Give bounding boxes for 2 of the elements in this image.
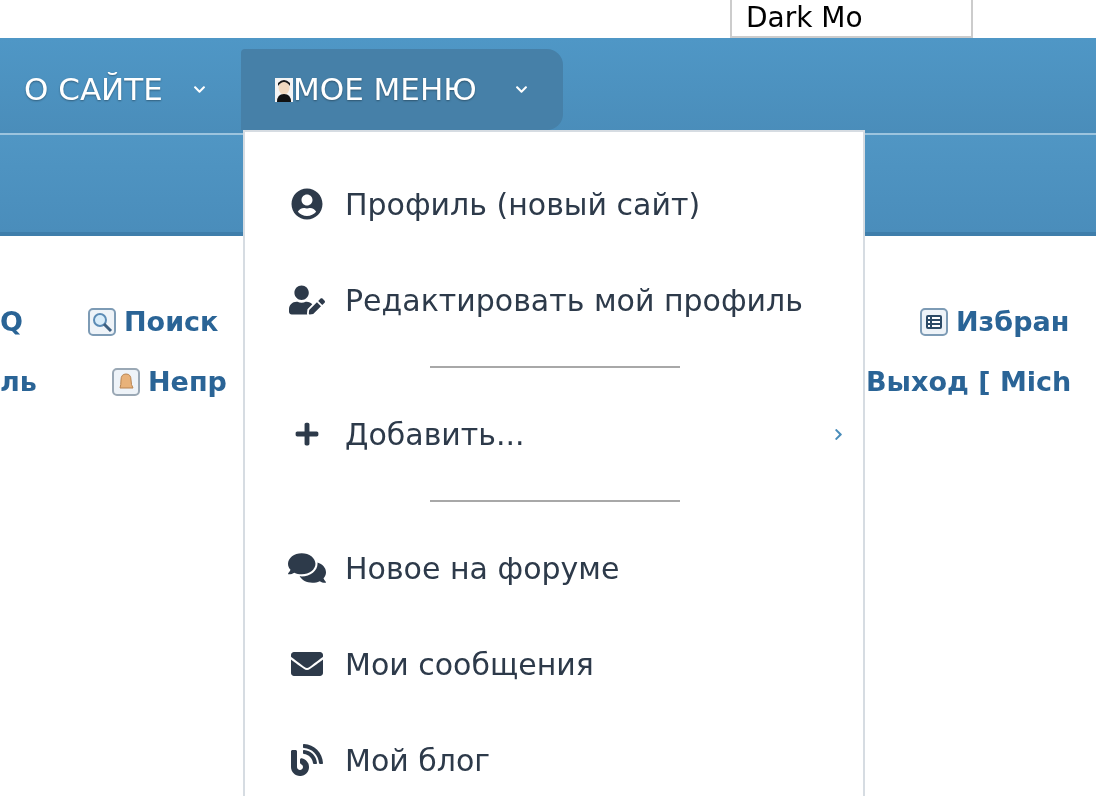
nav-label: МОЕ МЕНЮ xyxy=(293,70,477,110)
nav-label: О САЙТЕ xyxy=(24,70,163,110)
